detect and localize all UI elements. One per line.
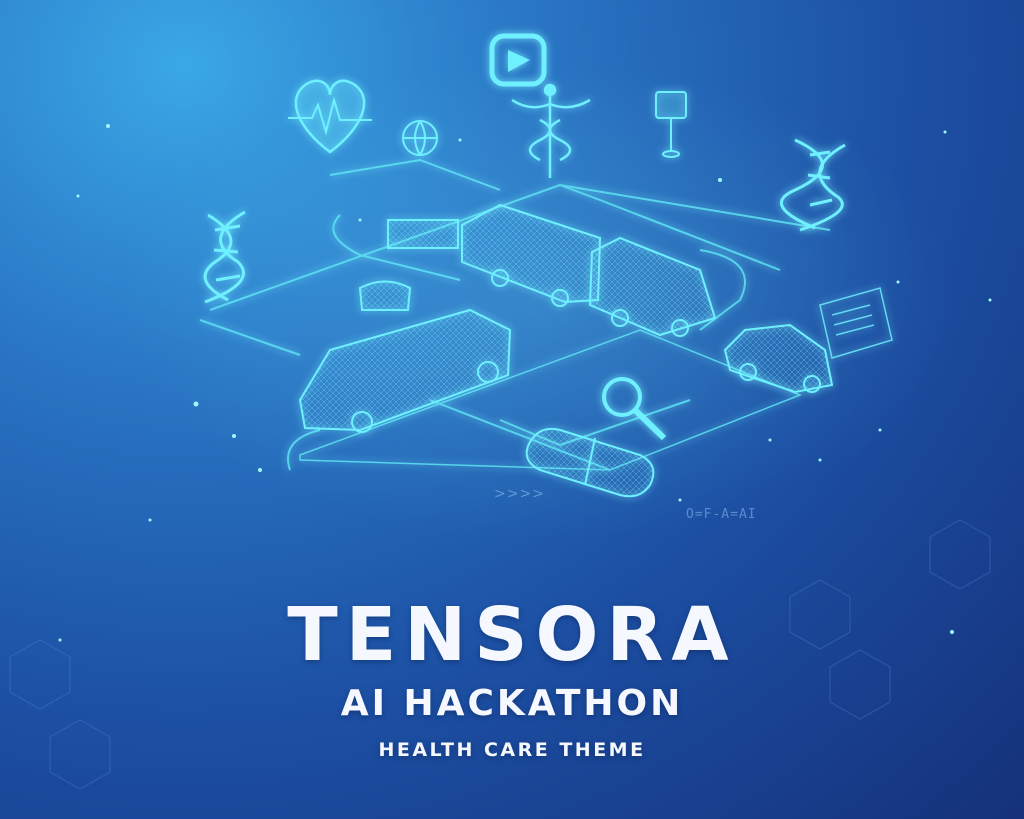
event-theme: HEALTH CARE THEME bbox=[378, 739, 646, 761]
event-subtitle: AI HACKATHON bbox=[340, 683, 684, 724]
event-title: TENSORA bbox=[287, 592, 737, 678]
chevron-arrows: >>>> bbox=[494, 486, 545, 502]
formula-text: O=F-A=AI bbox=[686, 507, 757, 522]
